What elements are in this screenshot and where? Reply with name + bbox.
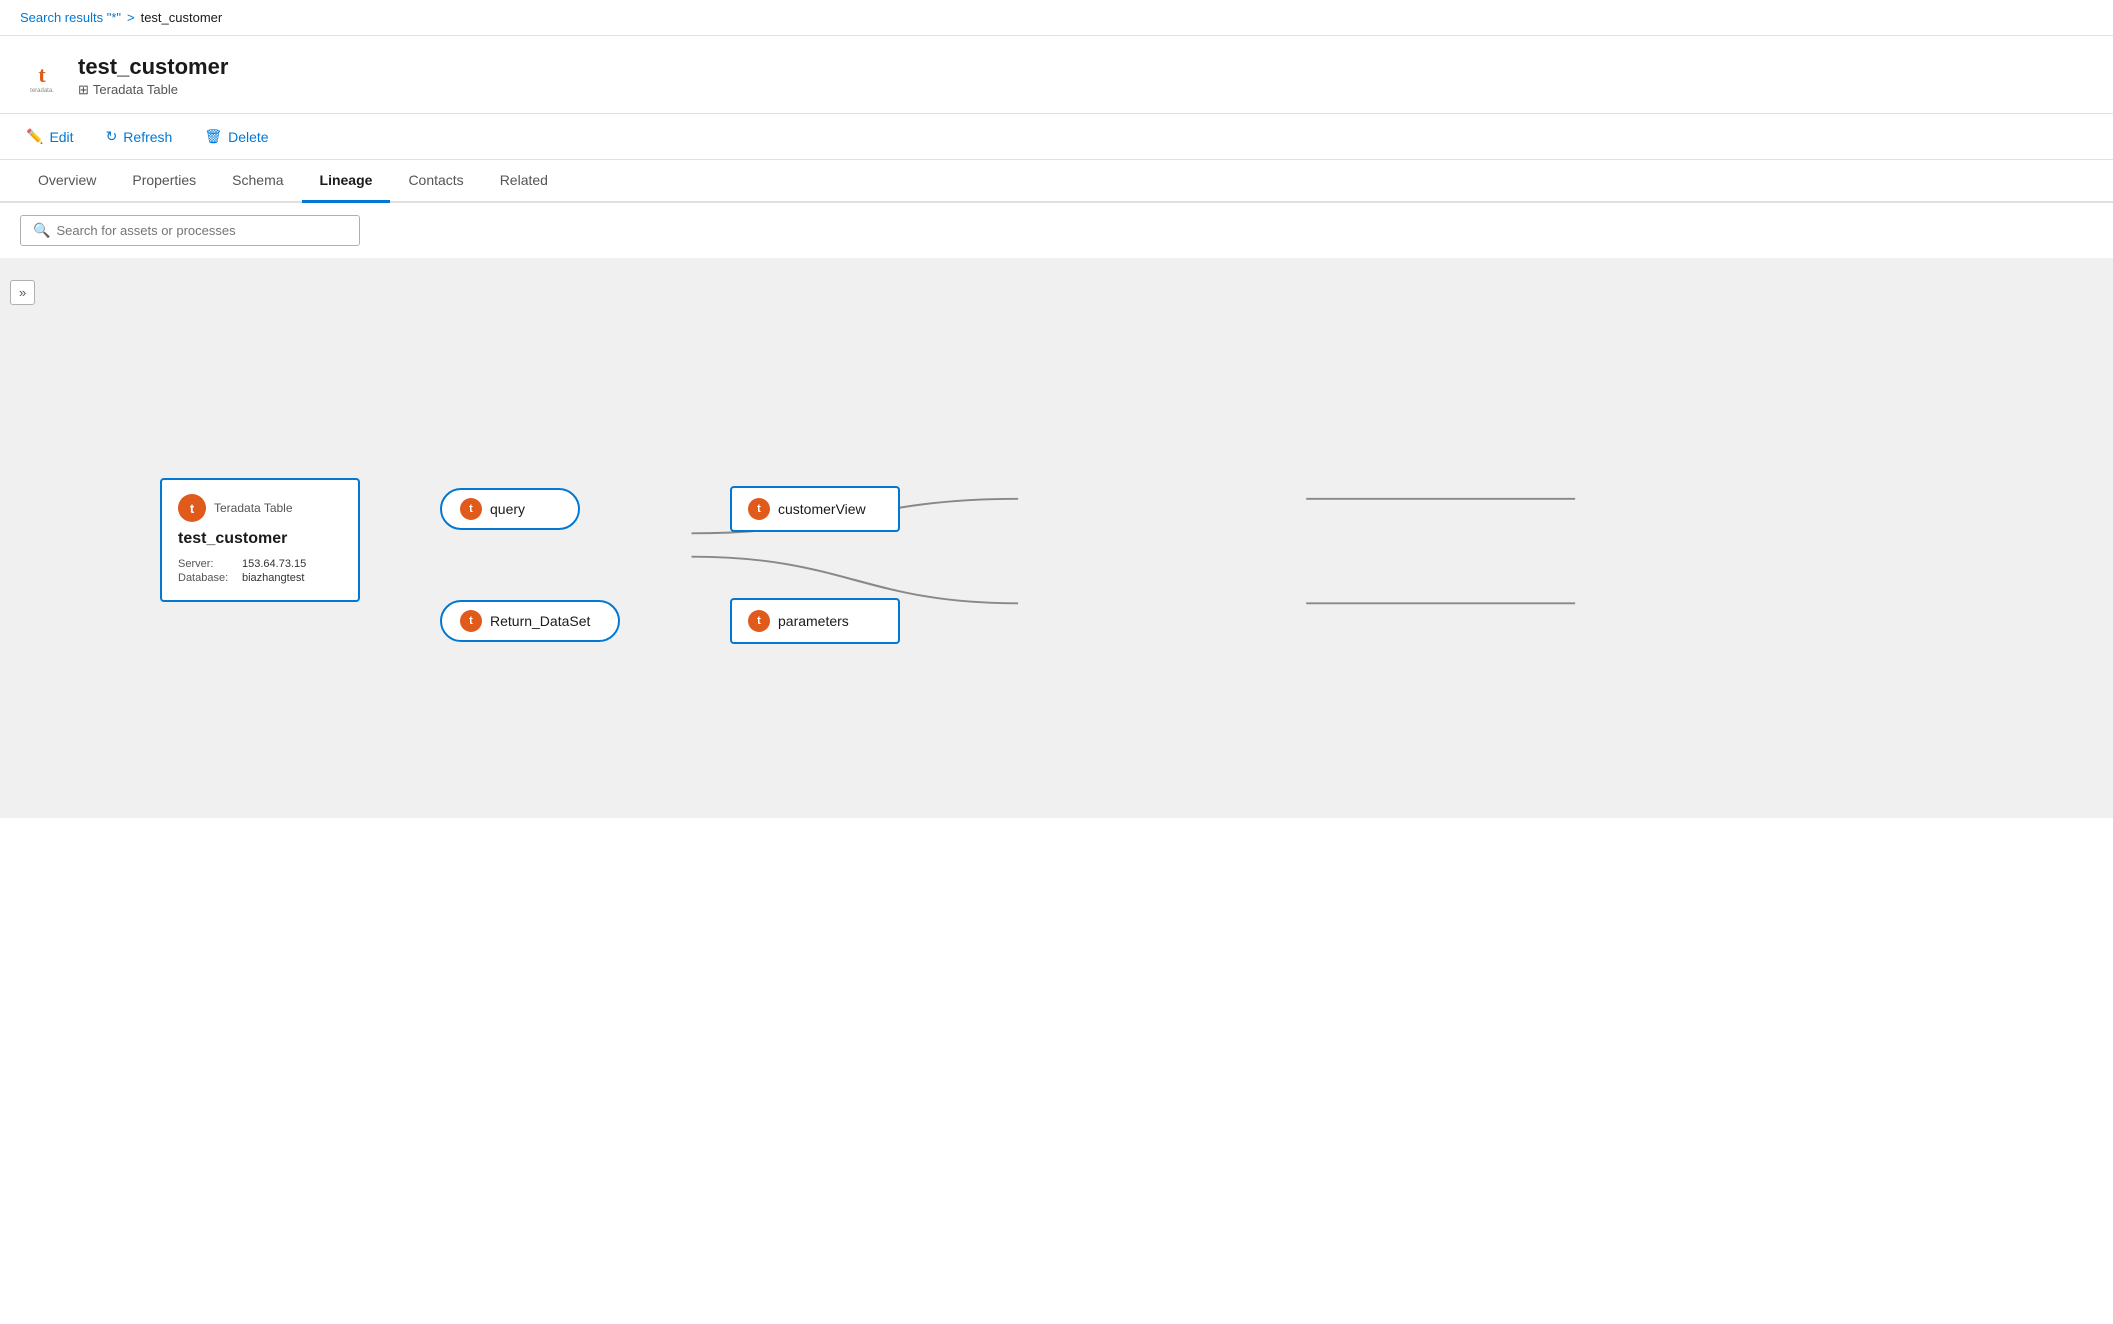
refresh-icon: ↻ bbox=[106, 128, 118, 145]
source-node-name: test_customer bbox=[178, 530, 342, 548]
svg-text:t: t bbox=[38, 62, 46, 87]
asset-header: t teradata. test_customer ⊞ Teradata Tab… bbox=[0, 36, 2113, 114]
query-node-label: query bbox=[490, 501, 525, 517]
search-input[interactable] bbox=[56, 223, 347, 238]
table-icon: ⊞ bbox=[78, 82, 89, 98]
lineage-canvas: » t Teradata Table test_customer Server:… bbox=[0, 258, 2113, 818]
toolbar: ✏️ Edit ↻ Refresh 🗑 Delete bbox=[0, 114, 2113, 160]
database-value: biazhangtest bbox=[242, 572, 304, 584]
tab-overview[interactable]: Overview bbox=[20, 160, 114, 203]
source-node-type-row: t Teradata Table bbox=[178, 494, 342, 522]
asset-title: test_customer bbox=[78, 54, 228, 80]
database-label: Database: bbox=[178, 572, 236, 584]
output-node-customerview[interactable]: t customerView bbox=[730, 486, 900, 532]
breadcrumb: Search results "*" > test_customer bbox=[0, 0, 2113, 36]
return-dataset-t-icon: t bbox=[460, 610, 482, 632]
parameters-label: parameters bbox=[778, 613, 849, 629]
query-node-t-icon: t bbox=[460, 498, 482, 520]
source-node-test-customer[interactable]: t Teradata Table test_customer Server: 1… bbox=[160, 478, 360, 602]
asset-title-block: test_customer ⊞ Teradata Table bbox=[78, 54, 228, 98]
search-icon: 🔍 bbox=[33, 222, 50, 239]
delete-label: Delete bbox=[228, 129, 268, 145]
breadcrumb-search-link[interactable]: Search results "*" bbox=[20, 10, 121, 25]
asset-logo: t teradata. bbox=[20, 52, 64, 99]
source-node-t-icon: t bbox=[178, 494, 206, 522]
delete-icon: 🗑 bbox=[204, 128, 222, 145]
svg-text:teradata.: teradata. bbox=[30, 88, 54, 94]
return-dataset-label: Return_DataSet bbox=[490, 613, 590, 629]
asset-type-label: Teradata Table bbox=[93, 82, 178, 97]
tab-contacts[interactable]: Contacts bbox=[390, 160, 481, 203]
process-node-query[interactable]: t query bbox=[440, 488, 580, 530]
edit-label: Edit bbox=[49, 129, 73, 145]
output-node-parameters[interactable]: t parameters bbox=[730, 598, 900, 644]
customerview-t-icon: t bbox=[748, 498, 770, 520]
source-node-type: Teradata Table bbox=[214, 501, 293, 515]
breadcrumb-separator: > bbox=[127, 10, 135, 25]
process-node-return-dataset[interactable]: t Return_DataSet bbox=[440, 600, 620, 642]
tabs: Overview Properties Schema Lineage Conta… bbox=[0, 160, 2113, 203]
expand-panel-button[interactable]: » bbox=[10, 280, 35, 305]
asset-subtitle: ⊞ Teradata Table bbox=[78, 82, 228, 98]
search-input-wrap: 🔍 bbox=[20, 215, 360, 246]
refresh-label: Refresh bbox=[123, 129, 172, 145]
breadcrumb-current: test_customer bbox=[141, 10, 223, 25]
tab-properties[interactable]: Properties bbox=[114, 160, 214, 203]
edit-icon: ✏️ bbox=[26, 128, 43, 145]
lineage-search-area: 🔍 bbox=[0, 203, 2113, 258]
tab-lineage[interactable]: Lineage bbox=[302, 160, 391, 203]
parameters-t-icon: t bbox=[748, 610, 770, 632]
edit-button[interactable]: ✏️ Edit bbox=[20, 124, 80, 149]
customerview-label: customerView bbox=[778, 501, 866, 517]
delete-button[interactable]: 🗑 Delete bbox=[198, 124, 274, 149]
server-value: 153.64.73.15 bbox=[242, 558, 306, 570]
server-label: Server: bbox=[178, 558, 236, 570]
refresh-button[interactable]: ↻ Refresh bbox=[100, 124, 179, 149]
source-node-meta: Server: 153.64.73.15 Database: biazhangt… bbox=[178, 558, 342, 584]
tab-schema[interactable]: Schema bbox=[214, 160, 301, 203]
tab-related[interactable]: Related bbox=[482, 160, 566, 203]
